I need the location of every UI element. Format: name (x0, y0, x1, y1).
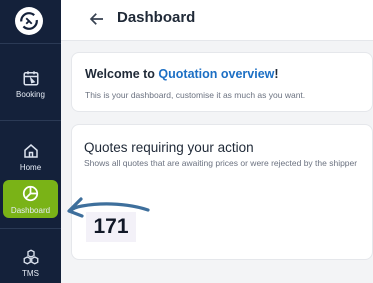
welcome-subtitle: This is your dashboard, customise it as … (85, 90, 306, 100)
quotes-card-heading: Quotes requiring your action (84, 140, 254, 155)
sidebar-divider (0, 43, 61, 44)
welcome-heading-prefix: Welcome to (85, 67, 159, 81)
sync-logo-icon[interactable] (15, 7, 43, 35)
sidebar-item-label: Dashboard (10, 205, 51, 215)
quotes-card-description: Shows all quotes that are awaiting price… (84, 158, 358, 168)
pie-chart-icon (21, 184, 41, 204)
sidebar-divider (0, 120, 61, 121)
sidebar-item-home[interactable]: Home (3, 138, 58, 174)
home-icon (21, 141, 41, 161)
top-bar: Dashboard (61, 0, 373, 41)
welcome-card: Welcome to Quotation overview! This is y… (71, 52, 373, 112)
arrow-left-icon (89, 13, 103, 25)
welcome-heading-suffix: ! (274, 67, 279, 81)
sidebar-item-label: TMS (22, 268, 39, 278)
calendar-icon (21, 68, 41, 88)
page-title: Dashboard (117, 9, 196, 26)
curved-arrow-annotation (67, 197, 150, 218)
sidebar: Booking Home Dashboard TMS (0, 0, 61, 283)
welcome-heading: Welcome to Quotation overview! (85, 67, 279, 81)
back-button[interactable] (87, 9, 107, 29)
welcome-heading-accent: Quotation overview (158, 67, 275, 81)
sidebar-item-dashboard[interactable]: Dashboard (3, 180, 58, 218)
sidebar-item-booking[interactable]: Booking (3, 65, 58, 101)
sidebar-item-label: Booking (16, 89, 45, 99)
sidebar-divider (0, 228, 61, 229)
sidebar-item-tms[interactable]: TMS (3, 244, 58, 280)
sidebar-item-label: Home (19, 162, 42, 172)
boxes-icon (21, 247, 41, 267)
